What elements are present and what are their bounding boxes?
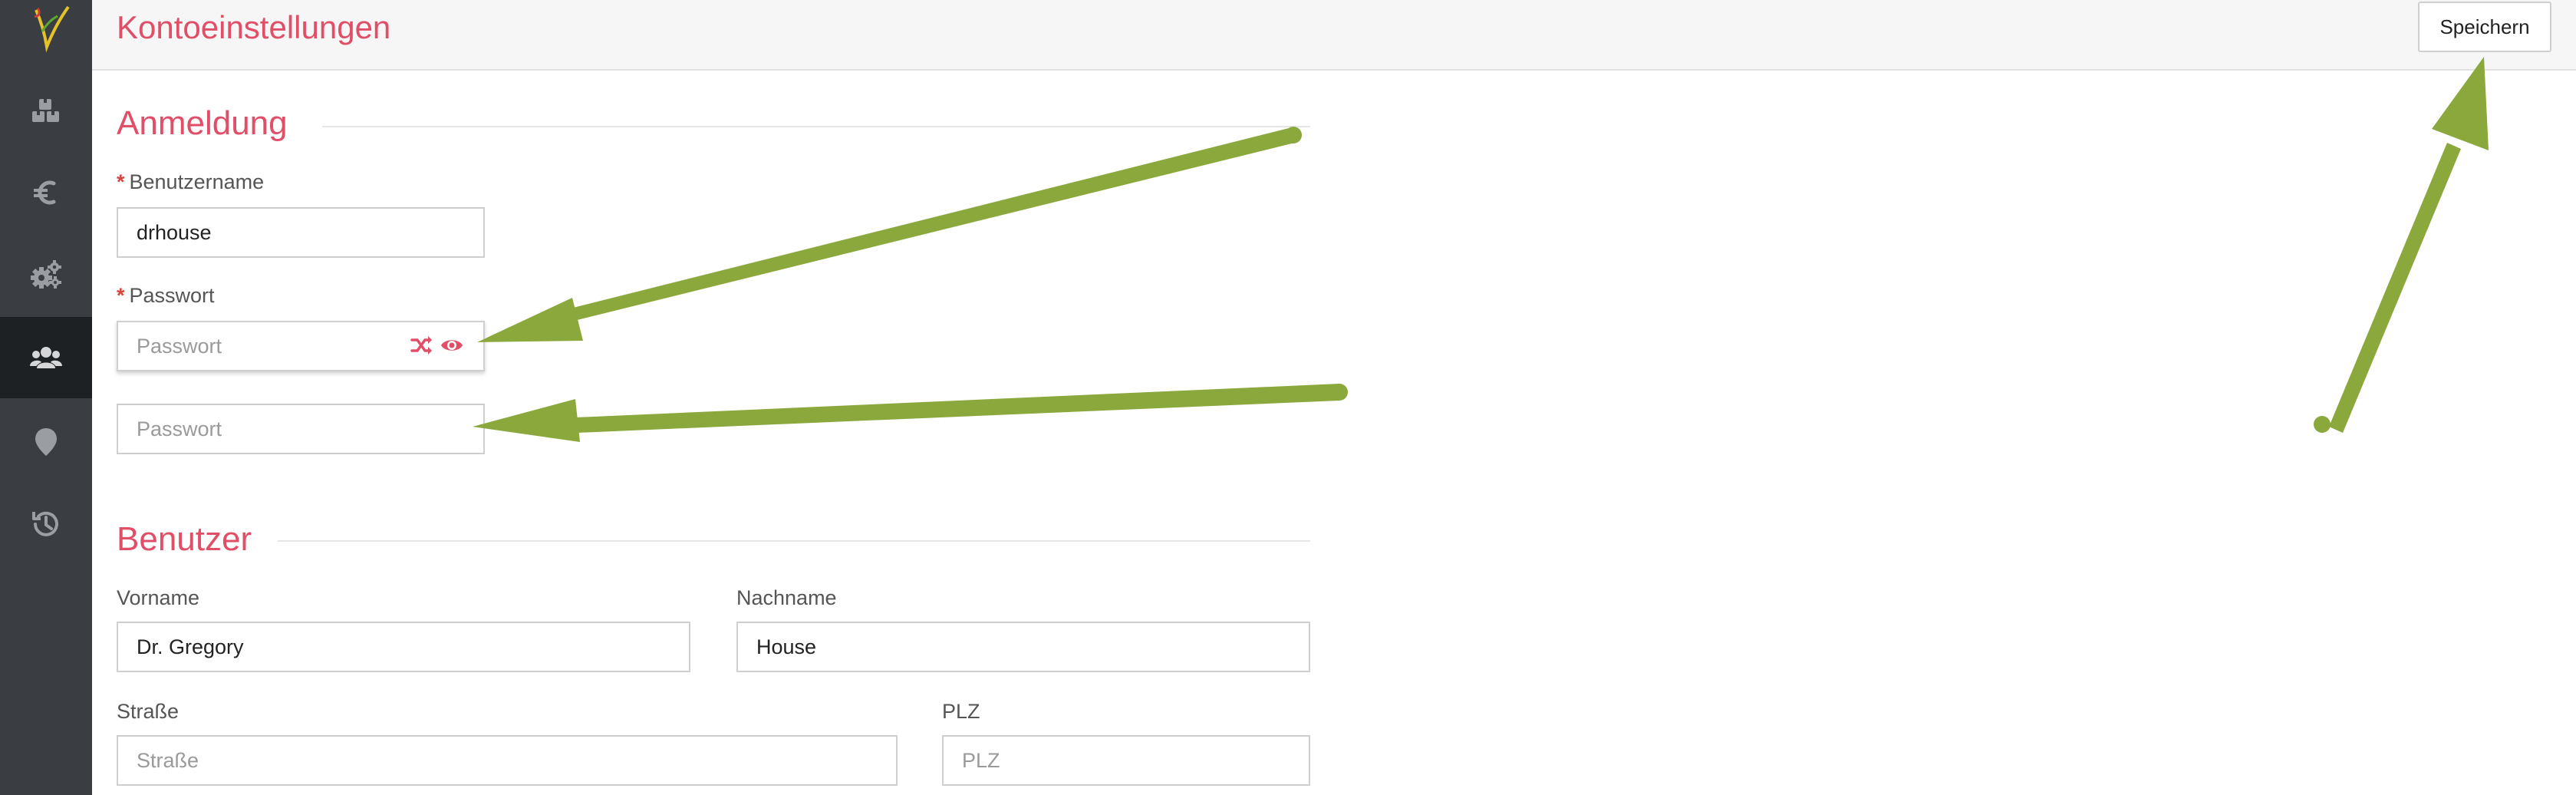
required-marker: * (117, 284, 125, 307)
nav-settings[interactable] (0, 234, 92, 315)
section-title-user: Benutzer (117, 520, 252, 558)
annotation-arrow (2314, 416, 2331, 433)
annotation-arrow (477, 298, 583, 342)
firstname-input[interactable] (117, 622, 690, 672)
annotation-arrow (575, 384, 1339, 433)
nav-users[interactable] (0, 317, 92, 398)
boxes-icon (32, 99, 59, 122)
app-logo[interactable] (0, 0, 92, 55)
password-confirm-input[interactable] (117, 404, 485, 454)
annotation-arrow (1285, 127, 1302, 143)
nav-finance[interactable] (0, 152, 92, 233)
nav-history[interactable] (0, 483, 92, 565)
required-marker: * (117, 170, 125, 193)
gears-icon (31, 260, 61, 289)
users-icon (30, 347, 62, 368)
username-label-text: Benutzername (129, 170, 265, 193)
password-actions (410, 334, 463, 357)
page-header: Kontoeinstellungen Speichern (92, 0, 2576, 71)
euro-icon (34, 180, 56, 205)
sidebar (0, 0, 92, 795)
section-divider (322, 126, 1310, 127)
street-label: Straße (117, 700, 180, 723)
section-title-login: Anmeldung (117, 104, 288, 142)
nav-products[interactable] (0, 71, 92, 152)
lastname-label: Nachname (736, 586, 837, 609)
annotation-arrow (473, 399, 580, 442)
street-input[interactable] (117, 735, 898, 786)
nav-location[interactable] (0, 401, 92, 483)
logo-icon (34, 5, 70, 53)
lastname-input[interactable] (736, 622, 1310, 672)
eye-icon[interactable] (440, 334, 463, 357)
annotation-arrow (1331, 384, 1348, 401)
password-label-text: Passwort (129, 284, 215, 307)
zip-label: PLZ (942, 700, 980, 723)
annotation-arrows (473, 57, 2489, 442)
annotation-arrow (2329, 143, 2461, 433)
firstname-label: Vorname (117, 586, 200, 609)
annotation-arrow (564, 127, 1295, 322)
save-button[interactable]: Speichern (2418, 2, 2551, 52)
password-label: * Passwort (117, 284, 215, 308)
annotation-arrow (2432, 57, 2489, 150)
section-divider (278, 540, 1310, 542)
page-title: Kontoeinstellungen (117, 9, 391, 45)
shuffle-icon[interactable] (410, 334, 433, 357)
map-marker-icon (35, 428, 57, 456)
zip-input[interactable] (942, 735, 1310, 786)
username-label: * Benutzername (117, 170, 264, 194)
username-input[interactable] (117, 207, 485, 258)
history-icon (32, 511, 58, 536)
